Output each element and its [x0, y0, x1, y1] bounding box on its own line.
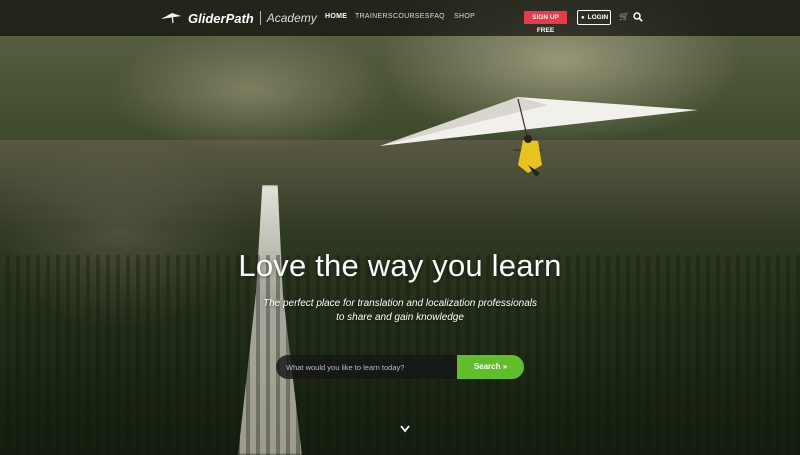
- search-input[interactable]: [276, 355, 457, 379]
- login-button[interactable]: ● LOGIN: [577, 10, 611, 25]
- hero-background: GliderPath Academy HOME TRAINERS COURSES…: [0, 0, 800, 455]
- hero-subtitle-line-2: to share and gain knowledge: [336, 312, 464, 323]
- login-label: LOGIN: [587, 14, 609, 21]
- hero-subtitle-line-1: The perfect place for translation and lo…: [262, 298, 538, 309]
- chevron-down-icon[interactable]: [399, 424, 411, 434]
- nav-shop[interactable]: SHOP: [454, 13, 475, 20]
- signup-button[interactable]: SIGN UP FREE: [524, 11, 567, 34]
- hero-shade: [0, 0, 800, 455]
- search-icon[interactable]: [633, 12, 643, 22]
- search-button[interactable]: Search »: [457, 355, 524, 379]
- hero-headline: Love the way you learn: [238, 248, 562, 283]
- user-icon: ●: [580, 15, 585, 21]
- cart-icon[interactable]: 🛒: [619, 12, 629, 21]
- hang-glider-image: [380, 97, 698, 177]
- brand-logo[interactable]: GliderPath Academy: [160, 8, 317, 28]
- nav-courses[interactable]: COURSES: [393, 13, 430, 20]
- brand-name: GliderPath: [188, 10, 254, 26]
- course-search: Search »: [276, 355, 524, 379]
- top-navigation-bar: GliderPath Academy HOME TRAINERS COURSES…: [0, 0, 800, 36]
- brand-subtitle: Academy: [266, 11, 317, 25]
- brand-divider: [259, 11, 261, 25]
- glider-logo-icon: [161, 13, 181, 24]
- nav-home[interactable]: HOME: [325, 13, 347, 20]
- nav-trainers[interactable]: TRAINERS: [355, 13, 393, 20]
- nav-faq[interactable]: FAQ: [430, 13, 445, 20]
